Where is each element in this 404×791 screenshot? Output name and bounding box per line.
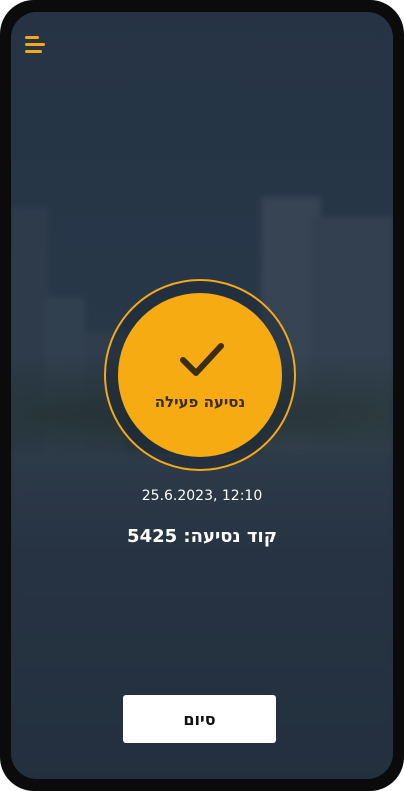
app-screen: נסיעה פעילה 25.6.2023, 12:10 קוד נסיעה: …: [11, 12, 393, 779]
menu-line: [25, 36, 39, 39]
menu-line: [25, 50, 42, 53]
ride-datetime: 25.6.2023, 12:10: [141, 488, 263, 504]
checkmark-icon: [180, 343, 224, 376]
hamburger-menu-icon[interactable]: [25, 34, 49, 56]
phone-frame: נסיעה פעילה 25.6.2023, 12:10 קוד נסיעה: …: [0, 0, 404, 791]
ride-code: קוד נסיעה: 5425: [127, 526, 277, 547]
menu-line: [25, 43, 45, 46]
ride-status-label: נסיעה פעילה: [154, 393, 246, 411]
finish-ride-button[interactable]: סיום: [123, 695, 276, 743]
